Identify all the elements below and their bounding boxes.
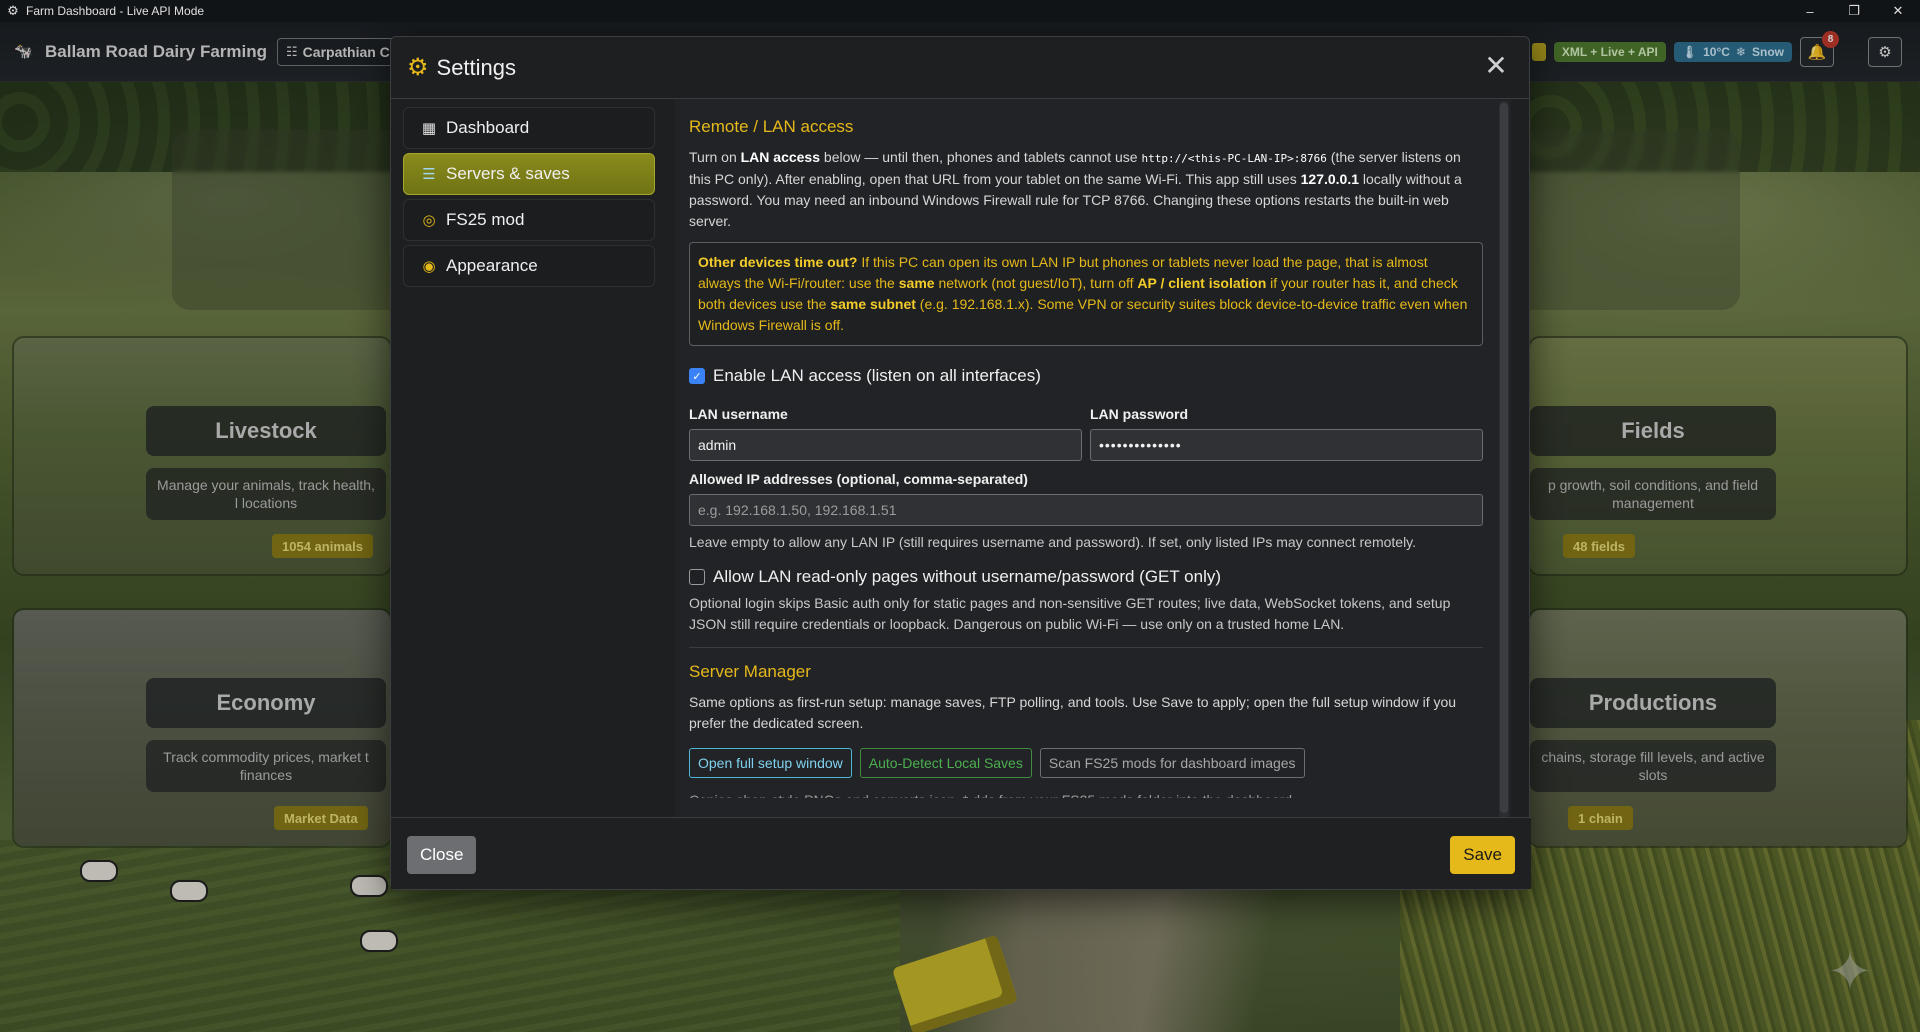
lan-warning-box: Other devices time out? If this PC can o… — [689, 242, 1483, 346]
server-manager-actions: Open full setup window Auto-Detect Local… — [689, 748, 1483, 778]
server-icon: ☰ — [422, 166, 436, 183]
readonly-label: Allow LAN read-only pages without userna… — [713, 567, 1222, 586]
close-window-button[interactable]: ✕ — [1876, 0, 1920, 22]
palette-icon: ◉ — [422, 258, 436, 275]
content-scrollbar[interactable] — [1499, 101, 1509, 819]
grid-icon: ▦ — [421, 120, 437, 137]
readonly-checkbox[interactable] — [689, 569, 705, 585]
nav-item-label: Appearance — [446, 256, 538, 275]
allowed-ip-group: Allowed IP addresses (optional, comma-se… — [689, 471, 1483, 553]
auto-detect-saves-button[interactable]: Auto-Detect Local Saves — [859, 748, 1032, 778]
close-button[interactable]: Close — [407, 836, 477, 874]
nav-item-appearance[interactable]: ◉ Appearance — [403, 245, 655, 287]
password-input[interactable]: •••••••••••••• — [1090, 429, 1483, 461]
nav-item-label: Dashboard — [446, 118, 530, 137]
settings-content: Remote / LAN access Turn on LAN access b… — [675, 99, 1511, 856]
enable-lan-row[interactable]: ✓ Enable LAN access (listen on all inter… — [689, 366, 1483, 386]
scan-mods-description: Copies shop-style PNGs and converts icon… — [689, 790, 1483, 798]
nav-item-servers-saves[interactable]: ☰ Servers & saves — [403, 153, 655, 195]
nav-item-dashboard[interactable]: ▦ Dashboard — [403, 107, 655, 149]
restore-button[interactable]: ❐ — [1832, 0, 1876, 22]
window-controls: – ❐ ✕ — [1788, 0, 1920, 22]
section-title-server-manager: Server Manager — [689, 662, 811, 681]
settings-nav: ▦ Dashboard ☰ Servers & saves ◎ FS25 mod… — [403, 107, 655, 291]
gear-icon: ⚙ — [407, 53, 429, 81]
content-inner: Remote / LAN access Turn on LAN access b… — [689, 117, 1483, 798]
modal-body: ▦ Dashboard ☰ Servers & saves ◎ FS25 mod… — [391, 99, 1531, 856]
username-input[interactable]: admin — [689, 429, 1082, 461]
section-divider — [689, 647, 1483, 648]
settings-modal: ⚙ Settings ✕ ▦ Dashboard ☰ Servers & sav… — [390, 36, 1531, 890]
app-gear-icon: ⚙ — [7, 3, 19, 18]
username-label: LAN username — [689, 406, 788, 422]
open-setup-window-button[interactable]: Open full setup window — [689, 748, 852, 778]
mod-icon: ◎ — [422, 212, 436, 229]
nav-item-fs25-mod[interactable]: ◎ FS25 mod — [403, 199, 655, 241]
username-field-group: LAN username admin — [689, 406, 1082, 461]
modal-footer: Close Save — [391, 817, 1531, 889]
enable-lan-checkbox[interactable]: ✓ — [689, 368, 705, 384]
server-manager-desc: Same options as first-run setup: manage … — [689, 694, 1457, 731]
allowed-ip-label: Allowed IP addresses (optional, comma-se… — [689, 471, 1028, 487]
password-label: LAN password — [1090, 406, 1189, 422]
modal-header: ⚙ Settings ✕ — [391, 37, 1529, 99]
save-button[interactable]: Save — [1450, 836, 1515, 874]
section-title-lan: Remote / LAN access — [689, 117, 854, 136]
scrollbar-thumb[interactable] — [1500, 103, 1508, 813]
lan-intro: Turn on LAN access below — until then, p… — [689, 149, 1462, 229]
minimize-button[interactable]: – — [1788, 0, 1832, 22]
nav-item-label: FS25 mod — [446, 210, 525, 229]
readonly-row[interactable]: Allow LAN read-only pages without userna… — [689, 567, 1483, 587]
scan-mods-button[interactable]: Scan FS25 mods for dashboard images — [1039, 748, 1305, 778]
password-field-group: LAN password •••••••••••••• — [1090, 406, 1483, 461]
nav-item-label: Servers & saves — [446, 164, 570, 183]
allowed-ip-hint: Leave empty to allow any LAN IP (still r… — [689, 534, 1417, 550]
credentials-row: LAN username admin LAN password ••••••••… — [689, 406, 1483, 461]
allowed-ip-input[interactable]: e.g. 192.168.1.50, 192.168.1.51 — [689, 494, 1483, 526]
close-icon[interactable]: ✕ — [1481, 51, 1511, 81]
window-title: Farm Dashboard - Live API Mode — [26, 4, 205, 18]
modal-title: Settings — [436, 54, 517, 80]
enable-lan-label: Enable LAN access (listen on all interfa… — [713, 366, 1041, 385]
readonly-hint: Optional login skips Basic auth only for… — [689, 595, 1451, 632]
window-titlebar: ⚙ Farm Dashboard - Live API Mode – ❐ ✕ — [0, 0, 1920, 22]
